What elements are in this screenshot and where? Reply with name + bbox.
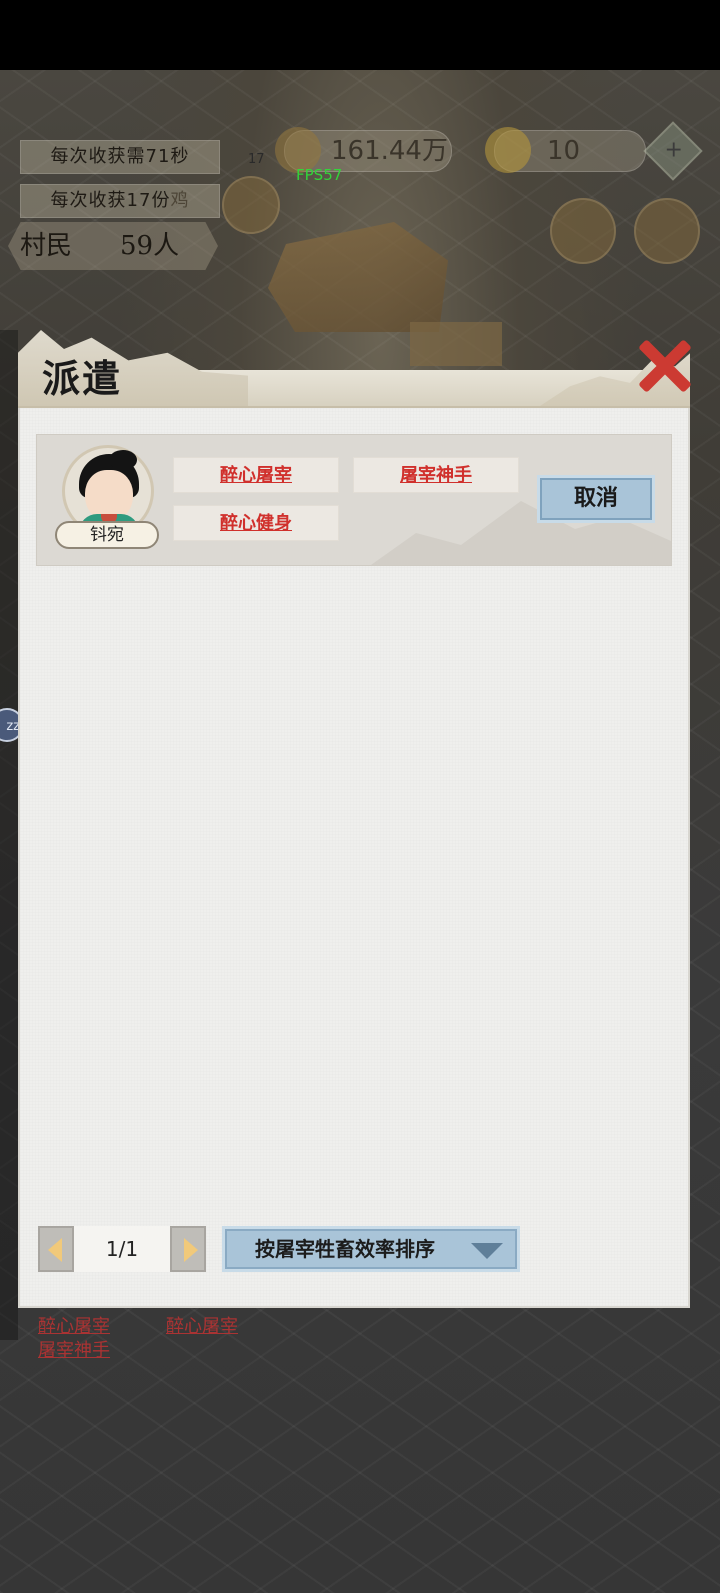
page-indicator: 1/1: [74, 1226, 170, 1272]
chevron-right-icon: [184, 1238, 198, 1262]
harvest-yield-item: 鸡: [170, 190, 190, 211]
harvest-time-text: 每次收获需71秒: [50, 146, 190, 167]
prev-page-button[interactable]: [38, 1226, 74, 1272]
harvest-time-label: 每次收获需71秒: [20, 140, 220, 174]
dialog-header: 派遣: [18, 330, 693, 408]
dialog-title: 派遣: [42, 356, 123, 401]
rooster-icon[interactable]: [222, 176, 280, 234]
gold-value: 10: [547, 136, 581, 166]
chevron-down-icon: [471, 1243, 503, 1259]
harvest-yield-text: 每次收获17份: [50, 190, 171, 211]
trait-tag[interactable]: 醉心屠宰: [173, 457, 339, 493]
avatar-bun: [109, 450, 137, 470]
gold-display[interactable]: 10: [485, 127, 646, 173]
harvest-yield-label: 每次收获17份鸡: [20, 184, 220, 218]
character-name: 钭宛: [55, 521, 159, 549]
bg-trait-3: 醉心屠宰: [166, 1316, 238, 1337]
character-card[interactable]: 钭宛 醉心屠宰 屠宰神手 醉心健身 取消: [36, 434, 672, 566]
villager-label: 村民: [20, 231, 73, 261]
sort-label: 按屠宰牲畜效率排序: [255, 1237, 435, 1261]
trait-tag[interactable]: 醉心健身: [173, 505, 339, 541]
background-panel-edge: [0, 330, 18, 1340]
side-counter: 17: [248, 152, 265, 167]
scroll-menu-icon[interactable]: [550, 198, 616, 264]
next-page-button[interactable]: [170, 1226, 206, 1272]
fps-counter: FPS57: [296, 166, 343, 184]
villager-count-badge[interactable]: 村民 59人: [8, 222, 218, 270]
cancel-button[interactable]: 取消: [537, 475, 655, 523]
bg-trait-1: 醉心屠宰: [38, 1316, 110, 1337]
villager-count: 59人: [120, 231, 180, 261]
sort-dropdown[interactable]: 按屠宰牲畜效率排序: [222, 1226, 520, 1272]
money-value: 161.44万: [331, 136, 448, 166]
plus-icon: +: [664, 137, 683, 163]
gold-ingot-icon: [485, 127, 531, 173]
trait-tag[interactable]: 屠宰神手: [353, 457, 519, 493]
status-bar: [0, 0, 720, 70]
close-icon[interactable]: [635, 338, 693, 396]
bg-trait-2: 屠宰神手: [38, 1340, 110, 1361]
settings-gear-icon[interactable]: [634, 198, 700, 264]
chevron-left-icon: [48, 1238, 62, 1262]
